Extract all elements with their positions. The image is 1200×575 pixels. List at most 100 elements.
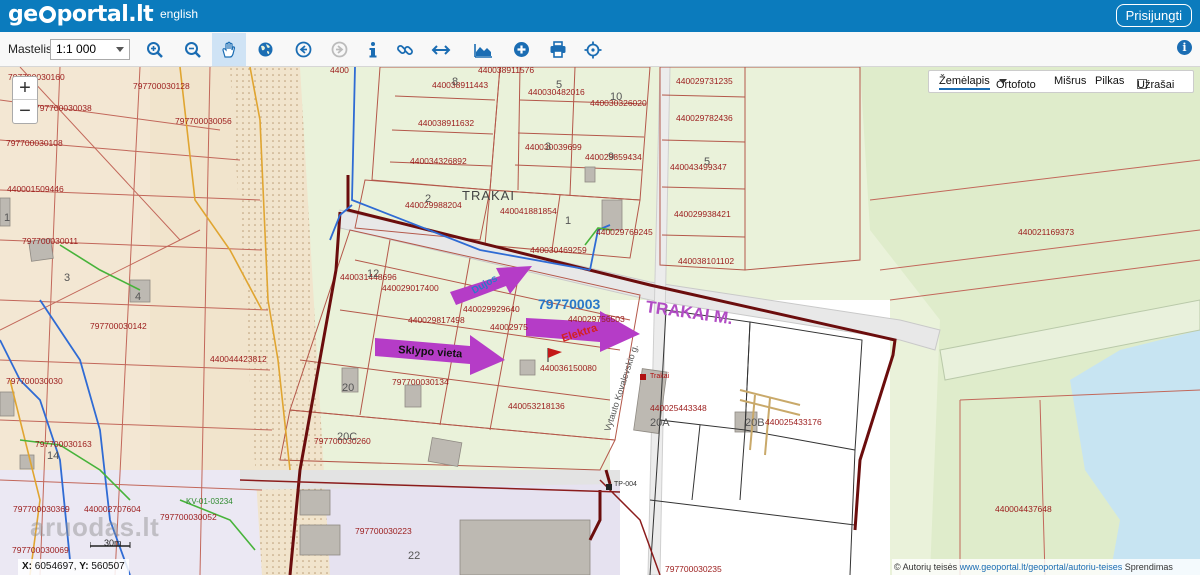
basemap-option-pilkas[interactable]: Pilkas [1095, 75, 1124, 87]
location-flag [547, 348, 562, 362]
parcel-label: 440043499347 [670, 162, 727, 172]
house-number: 5 [556, 79, 562, 91]
parcel-label: 797700030134 [392, 377, 449, 387]
pan-tool-button[interactable] [212, 33, 246, 66]
parcel-label: 797700030223 [355, 526, 412, 536]
arrow-left-circle-icon [295, 41, 311, 58]
parcel-label: 797700030128 [133, 81, 190, 91]
parcel-label: 797700030056 [175, 116, 232, 126]
kv-label: KV-01-03234 [186, 497, 233, 506]
parcel-label: 440029769245 [596, 227, 653, 237]
zoom-out-icon [185, 41, 201, 58]
logo-text-left: ge [8, 2, 38, 27]
house-number: 1 [565, 215, 571, 227]
tp-label: Trakai [650, 373, 670, 380]
measure-distance-button[interactable] [424, 33, 458, 66]
parcel-label: 797700030163 [35, 439, 92, 449]
house-number: 20A [650, 417, 670, 429]
tp-code-label: TP-004 [614, 481, 637, 488]
map-toolbar: Mastelis: 1:1 000 [0, 32, 1200, 67]
parcel-label: 440025443348 [650, 403, 707, 413]
scale-bar: 30m [89, 538, 150, 550]
parcel-label: 797700030108 [6, 138, 63, 148]
parcel-label: 440038911632 [418, 118, 474, 128]
parcel-label: 440038911443 [432, 80, 488, 90]
ruler-arrows-icon [431, 44, 451, 55]
parcel-label: 440029929640 [463, 304, 520, 314]
parcel-label: 440053218136 [508, 401, 565, 411]
parcel-label: 440029782436 [676, 113, 733, 123]
zoom-out-button[interactable]: − [13, 100, 37, 123]
attribution-prefix: © Autorių teisės [894, 562, 958, 572]
parcel-label: 440021169373 [1018, 227, 1074, 237]
elevation-profile-button[interactable] [466, 33, 500, 66]
map-drawing: 4400 440038911576 440038911443 440030482… [0, 67, 1200, 575]
hand-icon [222, 41, 236, 58]
parcel-label: 440041881854 [500, 206, 557, 216]
scale-label: Mastelis: [8, 42, 56, 56]
house-number: 12 [367, 268, 379, 280]
house-number: 22 [408, 550, 420, 562]
geoportal-logo[interactable]: ge portal.lt [8, 2, 154, 27]
house-number: 3 [64, 272, 70, 284]
parcel-label: 440038101102 [678, 256, 734, 266]
locate-button[interactable] [576, 33, 610, 66]
add-layer-button[interactable] [504, 33, 538, 66]
house-number: 9 [608, 151, 614, 163]
zoom-out-tool-button[interactable] [176, 33, 210, 66]
house-number: 20B [745, 417, 765, 429]
house-number: 4 [135, 291, 141, 303]
plus-circle-icon [513, 42, 529, 57]
map-canvas[interactable]: 4400 440038911576 440038911443 440030482… [0, 67, 1200, 575]
arrow-right-circle-icon [331, 41, 347, 58]
link-icon [397, 44, 413, 55]
parcel-label: 797700030011 [22, 236, 78, 246]
globe-logo-icon [38, 6, 56, 23]
chevron-down-icon [116, 47, 124, 52]
print-button[interactable] [541, 33, 575, 66]
scale-select[interactable]: 1:1 000 [50, 39, 130, 60]
login-button[interactable]: Prisijungti [1115, 4, 1192, 27]
parcel-label: 440029817498 [408, 315, 465, 325]
zoom-control: + − [12, 76, 38, 124]
attribution-link[interactable]: www.geoportal.lt/geoportal/autoriu-teise… [960, 562, 1123, 572]
attribution-suffix[interactable]: Sprendimas [1125, 562, 1173, 572]
identify-tool-button[interactable] [356, 33, 390, 66]
coord-y-label: Y: [79, 561, 89, 572]
full-extent-tool-button[interactable] [248, 33, 282, 66]
zoom-in-button[interactable]: + [13, 77, 37, 100]
town-label: TRAKAI [462, 188, 515, 203]
coordinate-readout: X: 6054697, Y: 560507 [18, 559, 129, 575]
parcel-label: 440030039699 [525, 142, 582, 152]
house-number: 8 [452, 76, 458, 88]
basemap-option-zemelapis[interactable]: Žemėlapis [939, 75, 990, 90]
parcel-label: 440034326892 [410, 156, 467, 166]
house-number: 5 [704, 156, 710, 168]
previous-extent-button[interactable] [286, 33, 320, 66]
coord-x-value: 6054697 [34, 561, 74, 572]
area-chart-icon [474, 43, 492, 58]
labels-toggle-label: Užrašai [1137, 79, 1175, 91]
house-number: 3 [545, 141, 551, 153]
house-number: 20C [337, 431, 357, 443]
coord-y-value: 560507 [91, 561, 125, 572]
parcel-label: 440044423812 [210, 354, 267, 364]
parcel-label: 440029731235 [676, 76, 733, 86]
next-extent-button[interactable] [322, 33, 356, 66]
parcel-label: 440029017400 [382, 283, 439, 293]
parcel-label: 440004437648 [995, 504, 1052, 514]
top-header: ge portal.lt english Prisijungti [0, 0, 1200, 32]
link-tool-button[interactable] [388, 33, 422, 66]
house-number: 10 [610, 91, 622, 103]
coord-x-label: X: [22, 561, 32, 572]
language-link[interactable]: english [160, 7, 198, 21]
parcel-label: 797700030052 [160, 512, 217, 522]
parcel-label: 797700030030 [6, 376, 63, 386]
zoom-in-tool-button[interactable] [138, 33, 172, 66]
basemap-option-misrus[interactable]: Mišrus [1054, 75, 1086, 87]
parcel-label: 4400 [330, 67, 349, 75]
substation-marker [640, 374, 646, 380]
crosshair-icon [584, 41, 602, 58]
parcel-label: 440038911576 [478, 67, 534, 75]
help-info-icon[interactable]: i [1177, 40, 1192, 55]
